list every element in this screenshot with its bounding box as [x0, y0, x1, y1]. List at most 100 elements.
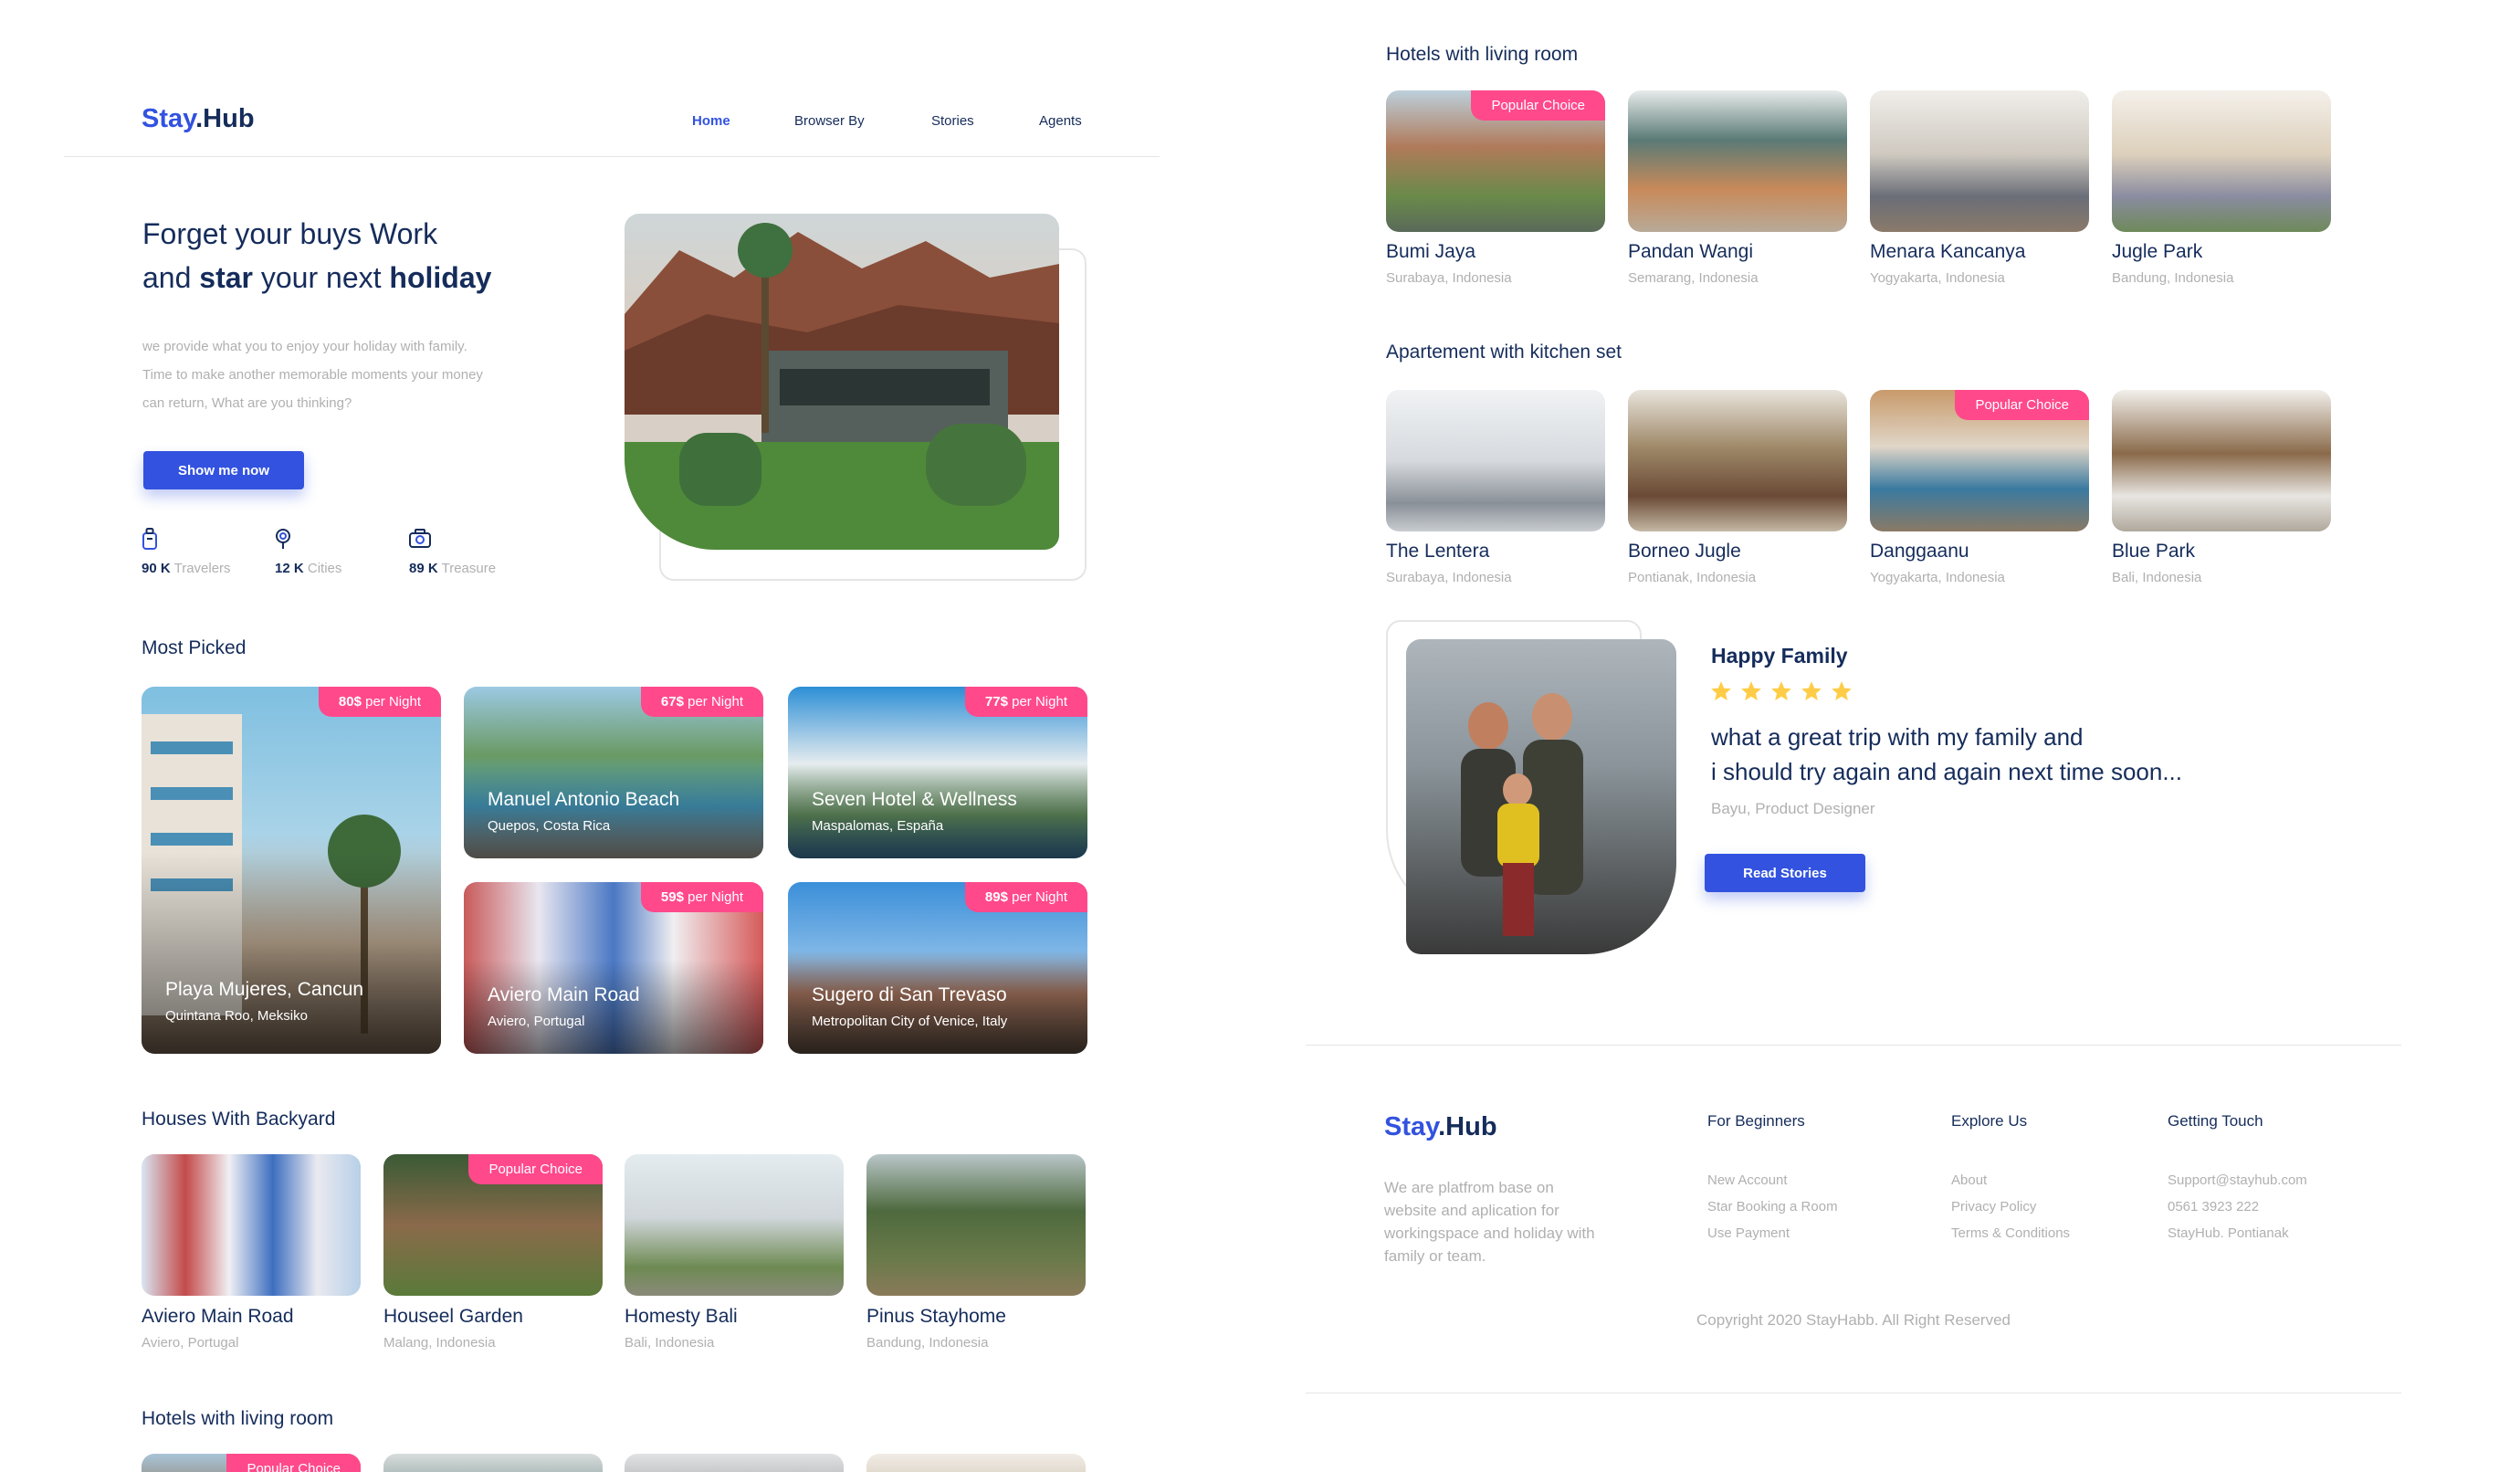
footer-link-about[interactable]: About [1951, 1172, 1987, 1188]
item-location: Bandung, Indonesia [2112, 270, 2234, 286]
card-location: Maspalomas, España [812, 818, 944, 834]
item-name[interactable]: The Lentera [1386, 541, 1489, 563]
footer-link-payment[interactable]: Use Payment [1707, 1225, 1790, 1241]
most-picked-card-1[interactable]: 80$ per Night Playa Mujeres, Cancun Quin… [142, 687, 441, 1054]
footer-brand-logo[interactable]: Stay.Hub [1384, 1112, 1497, 1142]
footer-link-booking[interactable]: Star Booking a Room [1707, 1199, 1838, 1214]
hero-description: we provide what you to enjoy your holida… [142, 339, 483, 411]
living-title: Hotels with living room [1386, 44, 1579, 65]
backyard-card-1[interactable] [142, 1154, 361, 1296]
item-location: Pontianak, Indonesia [1628, 570, 1757, 585]
item-name[interactable]: Jugle Park [2112, 241, 2202, 263]
popular-choice-tag: Popular Choice [1955, 390, 2089, 420]
living-card-1[interactable]: Popular Choice [1386, 90, 1605, 232]
kitchen-card-3[interactable]: Popular Choice [1870, 390, 2089, 531]
price-tag: 77$ per Night [964, 687, 1087, 717]
price-tag: 59$ per Night [640, 882, 763, 912]
star-icon [1830, 679, 1853, 703]
backyard-card-2[interactable]: Popular Choice [383, 1154, 603, 1296]
item-name[interactable]: Borneo Jugle [1628, 541, 1741, 563]
card-title: Manuel Antonio Beach [488, 789, 680, 810]
footer-phone: 0561 3923 222 [2168, 1199, 2260, 1214]
footer-email[interactable]: Support@stayhub.com [2168, 1172, 2307, 1188]
price-tag: 89$ per Night [964, 882, 1087, 912]
living-card-3[interactable] [1870, 90, 2089, 232]
most-picked-title: Most Picked [142, 637, 247, 658]
hero-image [625, 214, 1059, 550]
item-location: Semarang, Indonesia [1628, 270, 1759, 286]
footer-link-privacy[interactable]: Privacy Policy [1951, 1199, 2036, 1214]
item-location: Yogyakarta, Indonesia [1870, 570, 2005, 585]
item-name[interactable]: Aviero Main Road [142, 1306, 294, 1328]
card-title: Sugero di San Trevaso [812, 984, 1007, 1005]
living-card-4[interactable] [2112, 90, 2331, 232]
living-bottom-title: Hotels with living room [142, 1408, 334, 1429]
brand-second: .Hub [195, 104, 255, 133]
footer-col2-title: Explore Us [1951, 1112, 2028, 1130]
star-icon [1709, 679, 1733, 703]
living-card-2[interactable] [1628, 90, 1847, 232]
item-location: Bandung, Indonesia [866, 1335, 989, 1351]
card-location: Metropolitan City of Venice, Italy [812, 1014, 1008, 1029]
item-name[interactable]: Blue Park [2112, 541, 2195, 563]
living-bottom-card-2[interactable] [383, 1454, 603, 1472]
testimonial-image [1406, 639, 1676, 954]
nav-agents[interactable]: Agents [1039, 113, 1082, 129]
kitchen-card-1[interactable] [1386, 390, 1605, 531]
price-tag: 67$ per Night [640, 687, 763, 717]
item-location: Surabaya, Indonesia [1386, 570, 1512, 585]
item-name[interactable]: Bumi Jaya [1386, 241, 1475, 263]
card-title: Seven Hotel & Wellness [812, 789, 1017, 810]
item-location: Bali, Indonesia [2112, 570, 2202, 585]
most-picked-card-4[interactable]: 59$ per Night Aviero Main Road Aviero, P… [464, 882, 763, 1054]
nav-browse[interactable]: Browser By [794, 113, 865, 129]
most-picked-card-3[interactable]: 77$ per Night Seven Hotel & Wellness Mas… [788, 687, 1087, 858]
item-name[interactable]: Menara Kancanya [1870, 241, 2025, 263]
nav-stories[interactable]: Stories [931, 113, 974, 129]
item-location: Malang, Indonesia [383, 1335, 496, 1351]
kitchen-card-2[interactable] [1628, 390, 1847, 531]
living-bottom-card-3[interactable] [625, 1454, 844, 1472]
footer-about: We are platfrom base on website and apli… [1384, 1179, 1595, 1265]
item-name[interactable]: Houseel Garden [383, 1306, 523, 1328]
card-location: Aviero, Portugal [488, 1014, 585, 1029]
item-name[interactable]: Pandan Wangi [1628, 241, 1753, 263]
card-location: Quintana Roo, Meksiko [165, 1008, 308, 1024]
card-title: Aviero Main Road [488, 984, 640, 1005]
card-location: Quepos, Costa Rica [488, 818, 611, 834]
testimonial-quote: what a great trip with my family and i s… [1711, 723, 2182, 785]
kitchen-card-4[interactable] [2112, 390, 2331, 531]
backyard-card-4[interactable] [866, 1154, 1086, 1296]
most-picked-card-5[interactable]: 89$ per Night Sugero di San Trevaso Metr… [788, 882, 1087, 1054]
item-location: Aviero, Portugal [142, 1335, 239, 1351]
read-stories-button[interactable]: Read Stories [1705, 854, 1865, 892]
footer-col3-title: Getting Touch [2168, 1112, 2263, 1130]
hero-title: Forget your buys Work and star your next… [142, 212, 654, 300]
testimonial-title: Happy Family [1711, 644, 1848, 668]
footer-link-new-account[interactable]: New Account [1707, 1172, 1788, 1188]
brand-logo[interactable]: Stay.Hub [142, 104, 255, 134]
item-name[interactable]: Danggaanu [1870, 541, 1969, 563]
footer-copyright: Copyright 2020 StayHabb. All Right Reser… [1696, 1311, 2011, 1329]
living-bottom-card-4[interactable] [866, 1454, 1086, 1472]
star-icon [1800, 679, 1823, 703]
show-me-now-button[interactable]: Show me now [143, 451, 304, 489]
suitcase-icon [137, 526, 163, 552]
star-icon [1739, 679, 1763, 703]
stat-cities: 12 K Cities [275, 561, 342, 576]
item-name[interactable]: Homesty Bali [625, 1306, 738, 1328]
hero-line-1: Forget your buys Work [142, 217, 438, 250]
most-picked-card-2[interactable]: 67$ per Night Manuel Antonio Beach Quepo… [464, 687, 763, 858]
footer-divider-top [1306, 1045, 2401, 1046]
kitchen-title: Apartement with kitchen set [1386, 342, 1622, 363]
living-bottom-card-1[interactable]: Popular Choice [142, 1454, 361, 1472]
backyard-card-3[interactable] [625, 1154, 844, 1296]
card-title: Playa Mujeres, Cancun [165, 979, 364, 1000]
hero-line-2: and star your next holiday [142, 261, 492, 294]
item-name[interactable]: Pinus Stayhome [866, 1306, 1006, 1328]
footer-link-terms[interactable]: Terms & Conditions [1951, 1225, 2070, 1241]
nav-home[interactable]: Home [692, 113, 730, 129]
map-pin-icon [407, 526, 433, 552]
star-icon [1769, 679, 1793, 703]
header-divider [64, 156, 1160, 157]
